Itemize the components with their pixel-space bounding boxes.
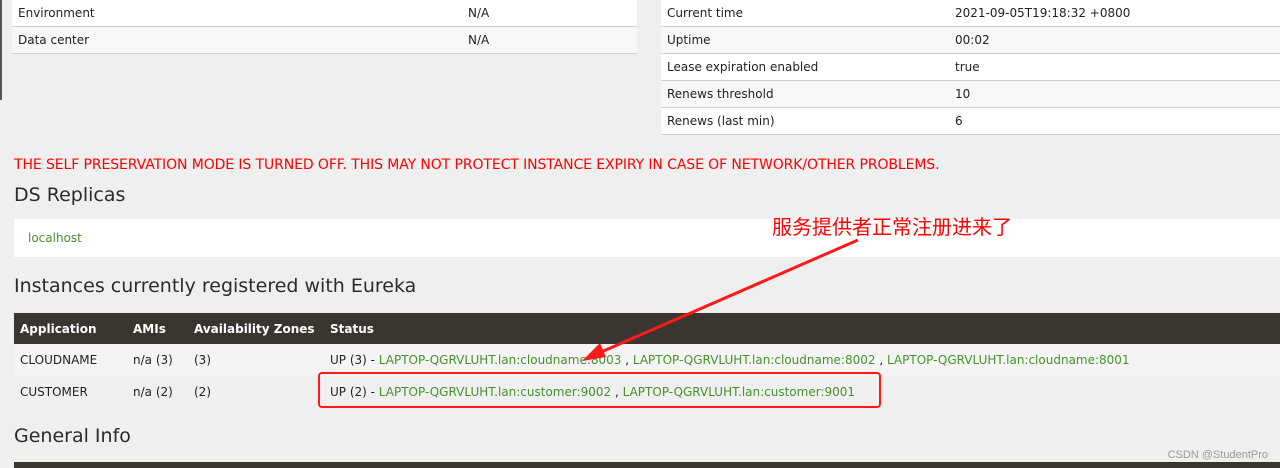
general-info-table-header [14,462,1280,468]
general-info-heading: General Info [14,425,131,447]
annotation-arrow-icon [582,238,859,361]
watermark: CSDN @StudentPro [1167,449,1268,461]
